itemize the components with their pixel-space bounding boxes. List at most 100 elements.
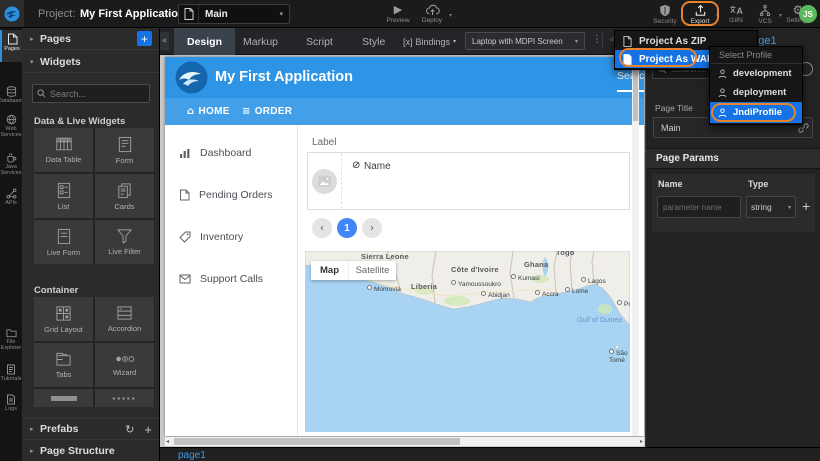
collapse-panel-handle[interactable]: « bbox=[160, 32, 169, 50]
widget-grid-layout[interactable]: Grid Layout bbox=[34, 297, 93, 341]
canvas-vertical-scrollbar[interactable] bbox=[632, 57, 639, 436]
tab-style[interactable]: Style bbox=[349, 28, 398, 55]
widget-accordion[interactable]: Accordion bbox=[95, 297, 154, 341]
widget-tabs[interactable]: Tabs bbox=[34, 343, 93, 387]
caret-right-icon: ▸ bbox=[30, 425, 40, 433]
sidebar-item-file-explorer[interactable]: File Explorer bbox=[0, 328, 22, 360]
nav-order[interactable]: ≡ ORDER bbox=[242, 98, 292, 125]
translate-icon: A bbox=[729, 4, 743, 16]
app-side-menu: Dashboard Pending Orders Inventory Suppo… bbox=[165, 125, 298, 436]
map-button[interactable]: Map bbox=[311, 261, 348, 280]
add-prefab-button[interactable]: + bbox=[144, 422, 152, 437]
export-chevron-icon: ▾ bbox=[716, 12, 719, 19]
widget-form[interactable]: Form bbox=[95, 128, 154, 172]
tab-design[interactable]: Design bbox=[174, 28, 235, 55]
sidebar-item-apis[interactable]: APIs bbox=[0, 188, 22, 212]
param-name-input[interactable] bbox=[657, 196, 741, 218]
add-page-button[interactable]: + bbox=[137, 31, 152, 46]
wavemaker-studio: Project: My First Application › Main ▾ ▶… bbox=[0, 0, 820, 461]
nav-home[interactable]: ⌂ HOME bbox=[187, 98, 230, 125]
widget-list[interactable]: List bbox=[34, 174, 93, 218]
container-widget-grid: Grid Layout Accordion Tabs Wizard ▪▪▪▪▪ bbox=[34, 297, 155, 407]
app-header: My First Application Search bbox=[165, 57, 644, 98]
map-widget[interactable]: Map Satellite Sierra Leone Liberia Côte … bbox=[305, 251, 630, 432]
cards-icon bbox=[116, 182, 133, 199]
add-param-button[interactable]: + bbox=[802, 198, 810, 214]
grid-layout-icon bbox=[55, 305, 72, 322]
canvas-area: « Design Markup Script Style [x] Binding… bbox=[160, 28, 645, 447]
map-label: Côte d'Ivoire bbox=[451, 265, 499, 274]
name-field[interactable]: Name bbox=[364, 161, 391, 172]
deploy-chevron-icon[interactable]: ▾ bbox=[449, 12, 452, 19]
menu-item-inventory[interactable]: Inventory bbox=[165, 222, 298, 252]
scroll-right-arrow-icon[interactable]: ▸ bbox=[640, 437, 643, 446]
shield-icon bbox=[659, 4, 671, 17]
menu-item-pending-orders[interactable]: Pending Orders bbox=[165, 180, 298, 210]
statusbar: page1 bbox=[160, 447, 820, 461]
more-vertical-icon[interactable]: ⋮ bbox=[592, 34, 602, 45]
refresh-icon[interactable]: ↻ bbox=[125, 423, 134, 436]
page-selector-dropdown[interactable]: Main ▾ bbox=[178, 4, 290, 24]
sidebar-item-pages[interactable]: Pages bbox=[0, 30, 22, 62]
vcs-chevron-icon: ▾ bbox=[779, 12, 782, 19]
app-navbar: ⌂ HOME ≡ ORDER bbox=[165, 98, 644, 125]
list-card[interactable]: ⊘ Name bbox=[307, 152, 630, 210]
branch-icon bbox=[759, 4, 771, 17]
profile-development[interactable]: development bbox=[710, 64, 802, 83]
sidebar-item-databases[interactable]: Databases bbox=[0, 86, 22, 110]
i18n-button[interactable]: A I18N bbox=[722, 0, 750, 28]
profile-deployment[interactable]: deployment bbox=[710, 83, 802, 102]
device-selector-dropdown[interactable]: Laptop with MDPI Screen ▾ bbox=[465, 32, 585, 50]
canvas-horizontal-scrollbar[interactable]: ◂ ▸ bbox=[165, 437, 644, 446]
sidebar-item-logs[interactable]: Logs bbox=[0, 394, 22, 418]
vcs-button[interactable]: VCS bbox=[752, 0, 778, 28]
satellite-button[interactable]: Satellite bbox=[348, 261, 396, 280]
widget-data-table[interactable]: Data Table bbox=[34, 128, 93, 172]
deploy-button[interactable]: Deploy bbox=[416, 0, 448, 28]
bindings-dropdown[interactable]: [x] Bindings ▾ bbox=[403, 28, 456, 55]
widgets-section-header[interactable]: ▾ Widgets bbox=[22, 51, 160, 73]
database-icon bbox=[6, 86, 17, 97]
prefabs-section-header[interactable]: ▸ Prefabs ↻ + bbox=[22, 418, 160, 440]
label-widget[interactable]: Label bbox=[312, 137, 336, 148]
export-button[interactable]: Export bbox=[685, 0, 715, 28]
coffee-icon bbox=[6, 152, 17, 163]
map-label: São Tomé bbox=[609, 349, 630, 364]
widget-search-input[interactable] bbox=[32, 84, 150, 103]
sidebar-item-tutorials[interactable]: Tutorials bbox=[0, 364, 22, 388]
menu-item-support-calls[interactable]: Support Calls bbox=[165, 264, 298, 294]
statusbar-page-tab[interactable]: page1 bbox=[178, 449, 206, 461]
pages-section-header[interactable]: ▸ Pages + bbox=[22, 28, 160, 50]
sidebar-item-web-services[interactable]: Web Services bbox=[0, 114, 22, 146]
chevron-down-icon: ▾ bbox=[279, 10, 289, 18]
design-frame: My First Application Search ⌂ HOME ≡ ORD… bbox=[165, 57, 644, 436]
pagination-page-button[interactable]: 1 bbox=[337, 218, 357, 238]
pagination-prev-button[interactable]: ‹ bbox=[312, 218, 332, 238]
map-label: Togo bbox=[556, 251, 575, 257]
wavemaker-logo-icon[interactable] bbox=[0, 0, 24, 27]
widget-live-form[interactable]: Live Form bbox=[34, 220, 93, 264]
wizard-steps-icon bbox=[115, 353, 135, 365]
tab-script[interactable]: Script bbox=[293, 28, 346, 55]
scrollbar-thumb[interactable] bbox=[174, 438, 460, 445]
widget-wizard[interactable]: Wizard bbox=[95, 343, 154, 387]
page-structure-section-header[interactable]: ▸ Page Structure bbox=[22, 440, 160, 461]
widget-cards[interactable]: Cards bbox=[95, 174, 154, 218]
widget-partial-left[interactable] bbox=[34, 389, 93, 407]
preview-button[interactable]: ▶ Preview bbox=[383, 0, 413, 28]
app-search-link[interactable]: Search bbox=[617, 70, 644, 92]
tab-markup[interactable]: Markup bbox=[230, 28, 291, 55]
sidebar-item-java-services[interactable]: Java Services bbox=[0, 152, 22, 184]
profile-jndiprofile[interactable]: JndiProfile bbox=[710, 102, 802, 123]
pagination-next-button[interactable]: › bbox=[362, 218, 382, 238]
bindings-icon: [x] bbox=[403, 37, 413, 47]
user-avatar[interactable]: JS bbox=[799, 5, 817, 23]
list-icon bbox=[56, 182, 72, 199]
param-type-select[interactable]: string ▾ bbox=[746, 196, 796, 218]
widget-live-filter[interactable]: Live Filter bbox=[95, 220, 154, 264]
topbar: Project: My First Application › Main ▾ ▶… bbox=[0, 0, 820, 28]
security-button[interactable]: Security bbox=[650, 0, 680, 28]
menu-item-dashboard[interactable]: Dashboard bbox=[165, 138, 298, 168]
scroll-left-arrow-icon[interactable]: ◂ bbox=[166, 437, 169, 446]
widget-partial-right[interactable]: ▪▪▪▪▪ bbox=[95, 389, 154, 407]
